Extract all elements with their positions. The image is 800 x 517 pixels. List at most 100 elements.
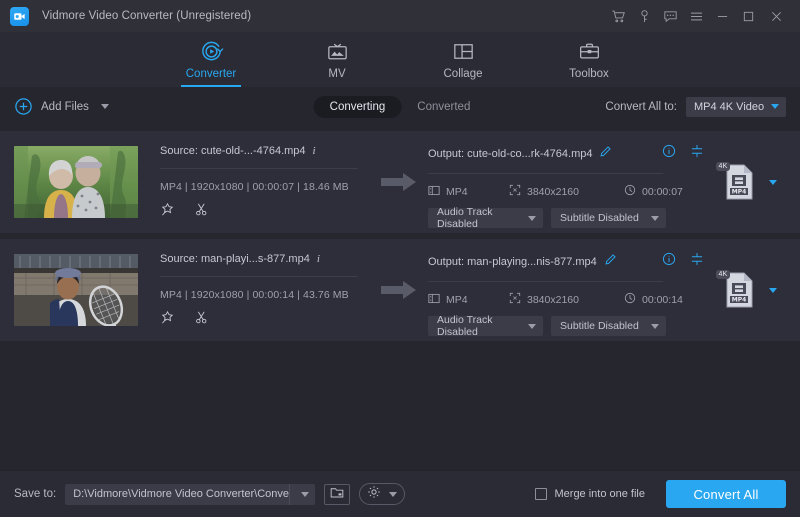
divider	[160, 276, 358, 277]
format-icon	[428, 185, 440, 199]
video-thumbnail[interactable]	[14, 254, 138, 326]
output-header: Output: cute-old-co...rk-4764.mp4	[428, 144, 704, 163]
gear-icon	[367, 485, 381, 504]
convert-all-button[interactable]: Convert All	[666, 480, 786, 508]
audio-track-select[interactable]: Audio Track Disabled	[428, 208, 543, 228]
bottom-bar: Save to: D:\Vidmore\Vidmore Video Conver…	[0, 470, 800, 517]
format-column: 4K MP4	[712, 271, 786, 309]
segment-converted[interactable]: Converted	[401, 96, 486, 118]
resolution-icon	[509, 292, 521, 307]
merge-checkbox[interactable]	[535, 488, 547, 500]
audio-track-value: Audio Track Disabled	[437, 314, 524, 338]
output-metadata: MP4 3840x2160	[428, 292, 704, 307]
audio-track-select[interactable]: Audio Track Disabled	[428, 316, 543, 336]
maximize-icon[interactable]	[735, 3, 761, 29]
format-badge[interactable]: 4K MP4	[722, 271, 756, 309]
add-files-button[interactable]: Add Files	[14, 97, 109, 116]
tab-mv-label: MV	[328, 68, 345, 80]
tab-converter[interactable]: Converter	[169, 32, 253, 87]
close-icon[interactable]	[761, 3, 792, 29]
table-row[interactable]: Source: man-playi...s-877.mp4 i MP4 | 19…	[0, 239, 800, 341]
subtitle-value: Subtitle Disabled	[560, 320, 639, 332]
tab-toolbox[interactable]: Toolbox	[547, 32, 631, 87]
divider	[428, 173, 663, 174]
chevron-down-icon	[651, 324, 659, 329]
source-title: Source: cute-old-...-4764.mp4 i	[160, 145, 370, 157]
subtitle-select[interactable]: Subtitle Disabled	[551, 316, 666, 336]
clock-icon	[624, 292, 636, 307]
merge-into-one-file[interactable]: Merge into one file	[535, 488, 646, 500]
open-folder-button[interactable]	[324, 484, 350, 505]
mv-icon	[325, 38, 350, 64]
info-circle-icon[interactable]	[662, 252, 676, 271]
chevron-down-icon	[528, 324, 536, 329]
audio-track-value: Audio Track Disabled	[437, 206, 524, 230]
convert-all-to: Convert All to: MP4 4K Video	[605, 97, 786, 117]
segment-converting[interactable]: Converting	[314, 96, 402, 118]
pencil-icon[interactable]	[604, 253, 617, 271]
chevron-down-icon	[301, 492, 309, 497]
format-icon	[428, 293, 440, 307]
video-thumbnail[interactable]	[14, 146, 138, 218]
add-files-label: Add Files	[41, 101, 89, 113]
toolbar: Add Files Converting Converted Convert A…	[0, 87, 800, 126]
output-resolution: 3840x2160	[527, 294, 579, 306]
convert-all-to-select[interactable]: MP4 4K Video	[686, 97, 786, 117]
toolbox-icon	[577, 38, 602, 64]
format-chevron-down-icon[interactable]	[769, 180, 777, 185]
chevron-down-icon	[389, 492, 397, 497]
info-icon[interactable]: i	[313, 145, 316, 157]
save-path-input[interactable]: D:\Vidmore\Vidmore Video Converter\Conve…	[65, 484, 315, 505]
file-list: Source: cute-old-...-4764.mp4 i MP4 | 19…	[0, 126, 800, 470]
save-path-value: D:\Vidmore\Vidmore Video Converter\Conve…	[65, 488, 289, 500]
minimize-icon[interactable]	[709, 3, 735, 29]
source-column: Source: man-playi...s-877.mp4 i MP4 | 19…	[160, 239, 370, 341]
output-column: Output: cute-old-co...rk-4764.mp4	[428, 131, 712, 233]
info-circle-icon[interactable]	[662, 144, 676, 163]
svg-text:MP4: MP4	[731, 297, 746, 304]
output-header-icons	[662, 144, 704, 163]
divider	[428, 281, 663, 282]
menu-icon[interactable]	[683, 3, 709, 29]
feedback-icon[interactable]	[657, 3, 683, 29]
subtitle-select[interactable]: Subtitle Disabled	[551, 208, 666, 228]
tab-mv[interactable]: MV	[295, 32, 379, 87]
info-icon[interactable]: i	[317, 253, 320, 265]
source-metadata: MP4 | 1920x1080 | 00:00:14 | 43.76 MB	[160, 289, 370, 301]
sliders-icon[interactable]	[690, 144, 704, 163]
table-row[interactable]: Source: cute-old-...-4764.mp4 i MP4 | 19…	[0, 131, 800, 233]
key-icon[interactable]	[631, 3, 657, 29]
path-dropdown-button[interactable]	[289, 484, 315, 505]
format-badge[interactable]: 4K MP4	[722, 163, 756, 201]
chevron-down-icon	[528, 216, 536, 221]
subtitle-value: Subtitle Disabled	[560, 212, 639, 224]
output-filename: Output: man-playing...nis-877.mp4	[428, 256, 597, 268]
format-chevron-down-icon[interactable]	[769, 288, 777, 293]
preferences-button[interactable]	[359, 483, 405, 505]
conversion-arrow	[370, 171, 428, 193]
sliders-icon[interactable]	[690, 252, 704, 271]
format-column: 4K MP4	[712, 163, 786, 201]
output-column: Output: man-playing...nis-877.mp4	[428, 239, 712, 341]
source-actions	[160, 310, 370, 330]
collage-icon	[451, 38, 476, 64]
save-to-label: Save to:	[14, 488, 56, 500]
trim-scissors-icon[interactable]	[194, 310, 209, 330]
output-header: Output: man-playing...nis-877.mp4	[428, 252, 704, 271]
svg-text:MP4: MP4	[731, 189, 746, 196]
cart-icon[interactable]	[605, 3, 631, 29]
output-duration: 00:00:14	[642, 294, 683, 306]
edit-magic-icon[interactable]	[160, 202, 175, 222]
format-quality-tag: 4K	[716, 270, 731, 279]
tab-collage[interactable]: Collage	[421, 32, 505, 87]
pencil-icon[interactable]	[599, 145, 612, 163]
title-bar: Vidmore Video Converter (Unregistered)	[0, 0, 800, 32]
converter-icon	[199, 38, 224, 64]
output-resolution: 3840x2160	[527, 186, 579, 198]
trim-scissors-icon[interactable]	[194, 202, 209, 222]
app-logo-icon	[10, 7, 29, 26]
chevron-down-icon[interactable]	[101, 104, 109, 109]
tab-converter-label: Converter	[186, 68, 237, 80]
edit-magic-icon[interactable]	[160, 310, 175, 330]
output-header-icons	[662, 252, 704, 271]
